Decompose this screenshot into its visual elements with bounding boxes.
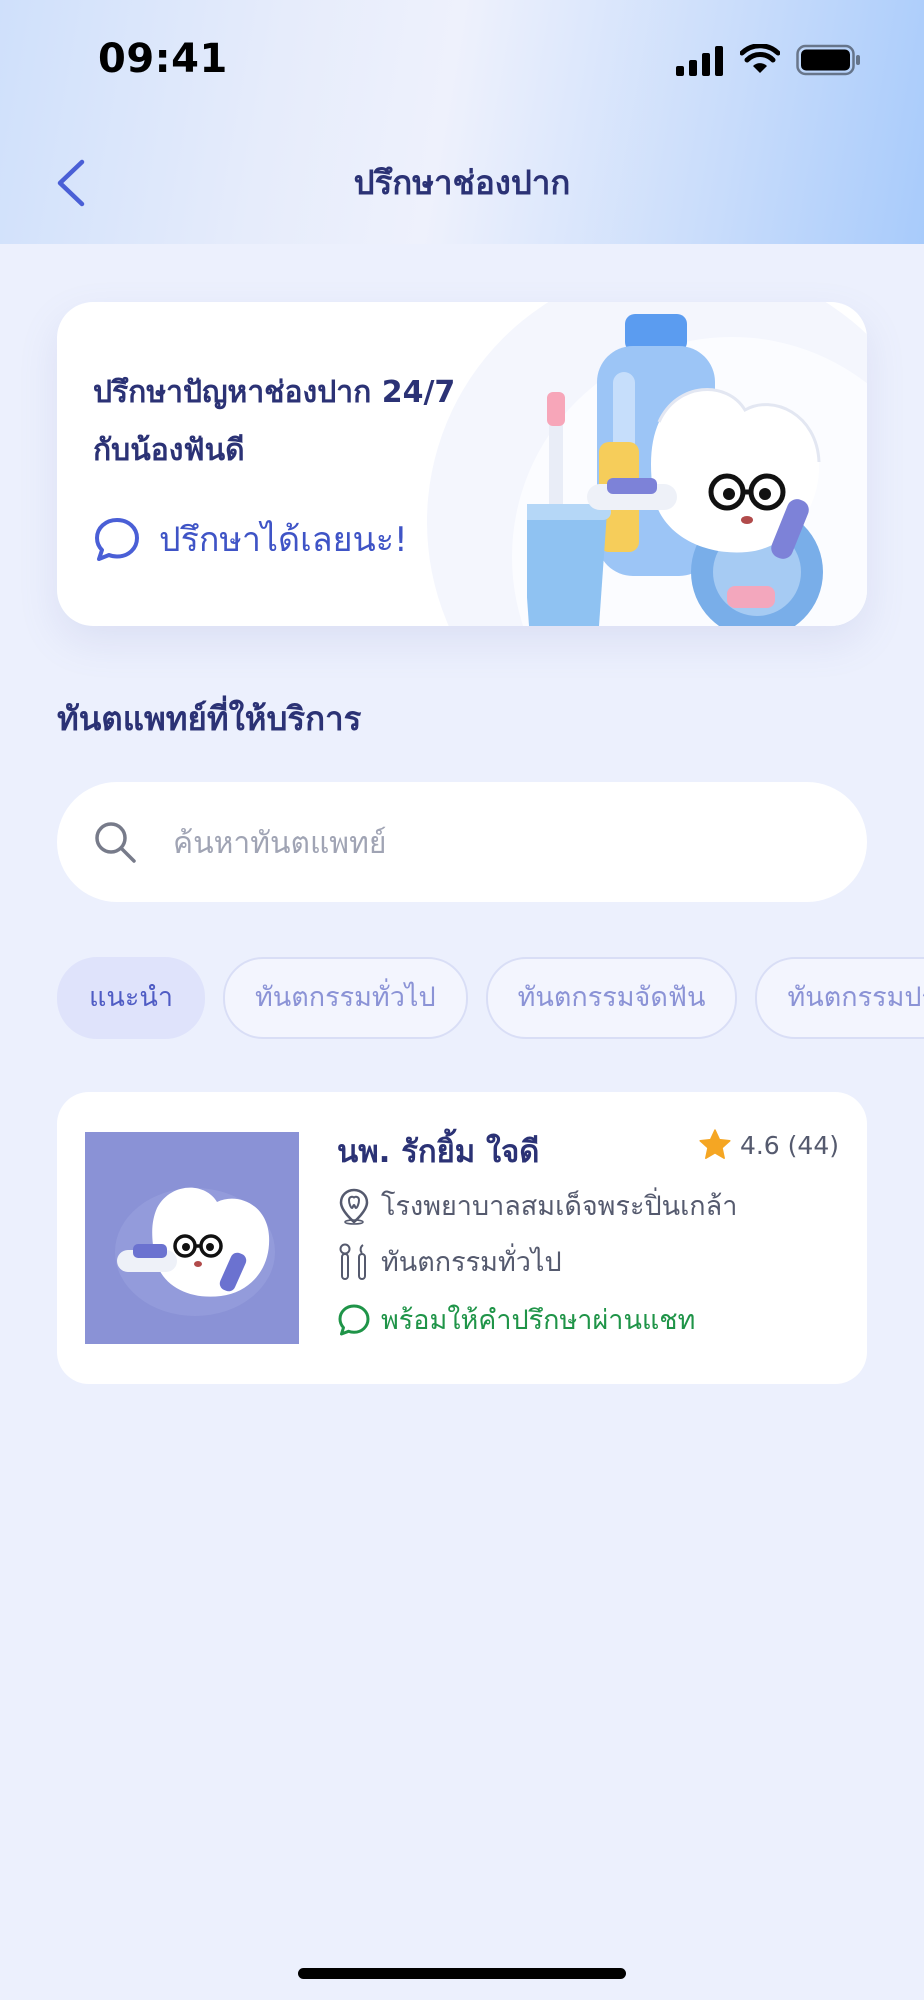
doctor-specialty: ทันตกรรมทั่วไป — [381, 1247, 562, 1278]
tooth-mascot-avatar — [115, 1187, 275, 1316]
filter-chip-orthodontics[interactable]: ทันตกรรมจัดฟัน — [485, 957, 738, 1039]
review-count: (44) — [787, 1130, 839, 1160]
hospital-name: โรงพยาบาลสมเด็จพระปิ่นเกล้า — [381, 1191, 738, 1222]
filter-chip-recommended[interactable]: แนะนำ — [57, 957, 205, 1039]
dental-tools-icon — [339, 1243, 366, 1280]
filter-chip-prosthodontics[interactable]: ทันตกรรมประดิษฐ์ — [755, 957, 924, 1039]
page-title: ปรึกษาช่องปาก — [353, 163, 571, 202]
doctor-hospital-row: โรงพยาบาลสมเด็จพระปิ่นเกล้า — [337, 1184, 737, 1227]
doctor-avatar — [85, 1132, 299, 1344]
location-pin-icon — [339, 1188, 369, 1225]
promo-title-line: กับน้องฟันดี — [93, 433, 245, 468]
search-icon — [95, 822, 136, 863]
availability-status: พร้อมให้คำปรึกษาผ่านแชท — [381, 1305, 696, 1336]
chat-bubble-icon — [95, 518, 139, 561]
rating-value: 4.6 — [739, 1130, 780, 1160]
search-bar[interactable] — [57, 782, 867, 902]
promo-title-line: ปรึกษาปัญหาช่องปาก 24/7 — [93, 375, 456, 410]
status-bar: 09:41 — [0, 0, 924, 120]
doctor-availability-row: พร้อมให้คำปรึกษาผ่านแชท — [337, 1298, 695, 1341]
doctor-rating: 4.6 (44) — [698, 1128, 839, 1162]
promo-banner[interactable]: ปรึกษาปัญหาช่องปาก 24/7 กับน้องฟันดี ปรึ… — [57, 302, 867, 626]
doctor-name: นพ. รักยิ้ม ใจดี — [337, 1134, 540, 1170]
home-indicator[interactable] — [298, 1968, 626, 1979]
search-input[interactable] — [171, 810, 815, 876]
promo-title: ปรึกษาปัญหาช่องปาก 24/7 กับน้องฟันดี — [93, 364, 513, 480]
tooth-mascot-illustration — [527, 314, 823, 626]
specialty-filter-chips: แนะนำ ทันตกรรมทั่วไป ทันตกรรมจัดฟัน ทันตกรร… — [57, 957, 924, 1039]
cellular-signal-icon — [676, 46, 723, 76]
doctor-specialty-row: ทันตกรรมทั่วไป — [337, 1240, 562, 1283]
wifi-icon — [740, 44, 780, 73]
consult-now-button[interactable]: ปรึกษาได้เลยนะ! — [93, 512, 408, 566]
status-time: 09:41 — [98, 36, 228, 82]
battery-icon — [796, 44, 860, 76]
consult-now-label: ปรึกษาได้เลยนะ! — [159, 520, 408, 560]
chat-bubble-icon — [338, 1304, 370, 1335]
navigation-header: ปรึกษาช่องปาก — [0, 140, 924, 216]
doctor-card[interactable]: นพ. รักยิ้ม ใจดี 4.6 (44) โรงพยาบาลสมเด็… — [57, 1092, 867, 1384]
section-title: ทันตแพทย์ที่ให้บริการ — [57, 699, 362, 738]
star-icon — [699, 1129, 731, 1159]
filter-chip-general-dentistry[interactable]: ทันตกรรมทั่วไป — [222, 957, 468, 1039]
